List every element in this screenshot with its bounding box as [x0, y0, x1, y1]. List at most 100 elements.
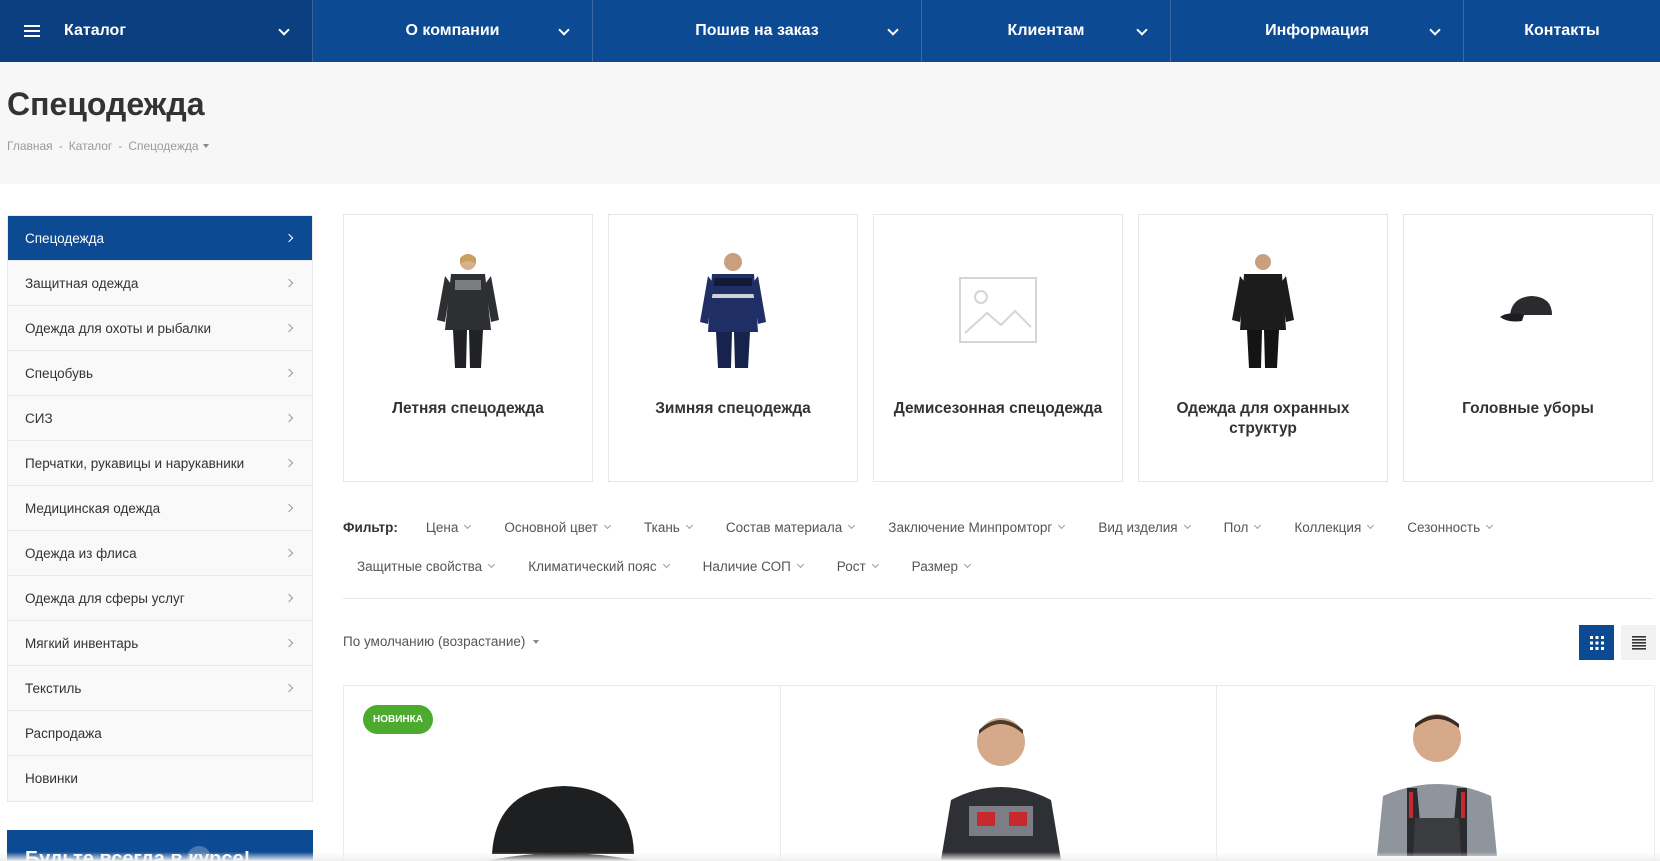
sidebar-item-workwear[interactable]: Спецодежда [8, 216, 312, 261]
summer-workwear-icon [437, 254, 499, 368]
filter-item-label: Наличие СОП [702, 558, 791, 574]
filter-item-label: Основной цвет [504, 519, 598, 535]
sidebar-item-new[interactable]: Новинки [8, 756, 312, 801]
sidebar-item-gloves[interactable]: Перчатки, рукавицы и нарукавники [8, 441, 312, 486]
category-title: Одежда для охранных структур [1176, 400, 1350, 437]
chevron-right-icon [284, 458, 294, 468]
product-card[interactable] [1217, 686, 1654, 861]
sidebar-item-label: Новинки [25, 771, 78, 786]
filter-size[interactable]: Размер [911, 558, 972, 574]
grid-view-button[interactable] [1579, 625, 1614, 660]
filter-color[interactable]: Основной цвет [504, 519, 612, 535]
chevron-down-icon [964, 560, 972, 569]
sidebar-item-ppe[interactable]: СИЗ [8, 396, 312, 441]
filter-item-label: Коллекция [1294, 519, 1362, 535]
category-card-demiseason[interactable]: Демисезонная спецодежда [873, 214, 1123, 482]
chevron-right-icon [284, 638, 294, 648]
category-image [1404, 245, 1652, 375]
category-image [344, 245, 592, 375]
nav-catalog-label: Каталог [64, 22, 126, 39]
sort-label: По умолчанию (возрастание) [343, 634, 526, 649]
chevron-right-icon [284, 413, 294, 423]
filter-fabric[interactable]: Ткань [643, 519, 693, 535]
filter-gender[interactable]: Пол [1224, 520, 1262, 535]
chevron-down-icon [1429, 24, 1441, 36]
product-card[interactable]: НОВИНКА [344, 686, 781, 861]
security-workwear-icon [1232, 254, 1294, 368]
filter-climate[interactable]: Климатический пояс [528, 558, 670, 574]
nav-tailoring[interactable]: Пошив на заказ [593, 0, 922, 62]
chevron-down-icon [1136, 24, 1148, 36]
chevron-down-icon [488, 560, 496, 569]
sidebar-item-fleece[interactable]: Одежда из флиса [8, 531, 312, 576]
chevron-down-icon [871, 560, 879, 569]
sidebar-item-protective[interactable]: Защитная одежда [8, 261, 312, 306]
nav-contacts[interactable]: Контакты [1464, 0, 1660, 62]
breadcrumb-separator: - [58, 139, 63, 153]
chevron-down-icon [1183, 521, 1191, 530]
filter-composition[interactable]: Состав материала [726, 520, 856, 535]
sidebar-item-hunting[interactable]: Одежда для охоты и рыбалки [8, 306, 312, 351]
sidebar-item-label: Медицинская одежда [25, 500, 161, 516]
breadcrumb-catalog[interactable]: Каталог [69, 139, 113, 153]
filter-row: Фильтр: Цена Основной цвет Ткань Состав … [343, 517, 1526, 537]
product-card[interactable] [781, 686, 1218, 861]
breadcrumb: Главная - Каталог - Спецодежда [7, 139, 209, 153]
chevron-down-icon [887, 24, 899, 36]
category-card-summer[interactable]: Летняя спецодежда [343, 214, 593, 482]
filter-item-label: Вид изделия [1098, 519, 1178, 535]
new-badge: НОВИНКА [363, 705, 433, 734]
nav-info-label: Информация [1265, 22, 1369, 39]
nav-catalog[interactable]: Каталог [0, 0, 313, 62]
filter-sop[interactable]: Наличие СОП [702, 558, 804, 574]
sidebar-item-sale[interactable]: Распродажа [8, 711, 312, 756]
filter-item-label: Защитные свойства [357, 558, 483, 574]
nav-about-label: О компании [405, 22, 500, 39]
filter-item-label: Климатический пояс [528, 558, 657, 574]
category-card-winter[interactable]: Зимняя спецодежда [608, 214, 858, 482]
breadcrumb-current[interactable]: Спецодежда [128, 139, 198, 153]
chevron-down-icon [1254, 521, 1262, 530]
filter-row: Защитные свойства Климатический пояс Нал… [357, 556, 1004, 576]
nav-info[interactable]: Информация [1171, 0, 1464, 62]
sort-dropdown[interactable]: По умолчанию (возрастание) [343, 634, 540, 649]
sidebar-item-medical[interactable]: Медицинская одежда [8, 486, 312, 531]
sidebar-item-label: Перчатки, рукавицы и нарукавники [25, 455, 245, 471]
breadcrumb-home[interactable]: Главная [7, 139, 53, 153]
menu-icon [24, 25, 40, 37]
chevron-right-icon [284, 323, 294, 333]
nav-clients[interactable]: Клиентам [922, 0, 1171, 62]
category-image [609, 245, 857, 375]
nav-clients-label: Клиентам [1007, 22, 1085, 39]
filter-season[interactable]: Сезонность [1407, 520, 1494, 535]
sidebar-item-label: Одежда для охоты и рыбалки [25, 320, 211, 336]
filter-protection[interactable]: Защитные свойства [357, 558, 496, 574]
product-image [485, 786, 639, 861]
sidebar-item-soft-inventory[interactable]: Мягкий инвентарь [8, 621, 312, 666]
filter-height[interactable]: Рост [837, 559, 879, 574]
chevron-down-icon [662, 560, 670, 569]
category-card-headwear[interactable]: Головные уборы [1403, 214, 1653, 482]
filter-label: Фильтр: [343, 519, 398, 535]
filter-item-label: Размер [911, 558, 959, 574]
category-card-security[interactable]: Одежда для охранных структур [1138, 214, 1388, 482]
sidebar-item-label: Одежда из флиса [25, 545, 137, 561]
filter-price[interactable]: Цена [426, 520, 472, 535]
filter-item-label: Ткань [643, 519, 680, 535]
list-view-button[interactable] [1621, 625, 1656, 660]
category-title: Летняя спецодежда [392, 400, 544, 417]
sidebar-item-textile[interactable]: Текстиль [8, 666, 312, 711]
chevron-right-icon [284, 233, 294, 243]
filter-collection[interactable]: Коллекция [1294, 519, 1375, 535]
page-header [0, 62, 1660, 184]
nav-contacts-label: Контакты [1524, 22, 1600, 39]
sidebar-item-service[interactable]: Одежда для сферы услуг [8, 576, 312, 621]
chevron-right-icon [284, 368, 294, 378]
filter-minpromtorg[interactable]: Заключение Минпромторг [888, 520, 1066, 535]
chevron-down-icon [1367, 521, 1375, 530]
chevron-down-icon [558, 24, 570, 36]
nav-about[interactable]: О компании [313, 0, 593, 62]
filter-product-type[interactable]: Вид изделия [1098, 519, 1191, 535]
sidebar-item-footwear[interactable]: Спецобувь [8, 351, 312, 396]
sidebar-item-label: Спецобувь [25, 365, 94, 381]
